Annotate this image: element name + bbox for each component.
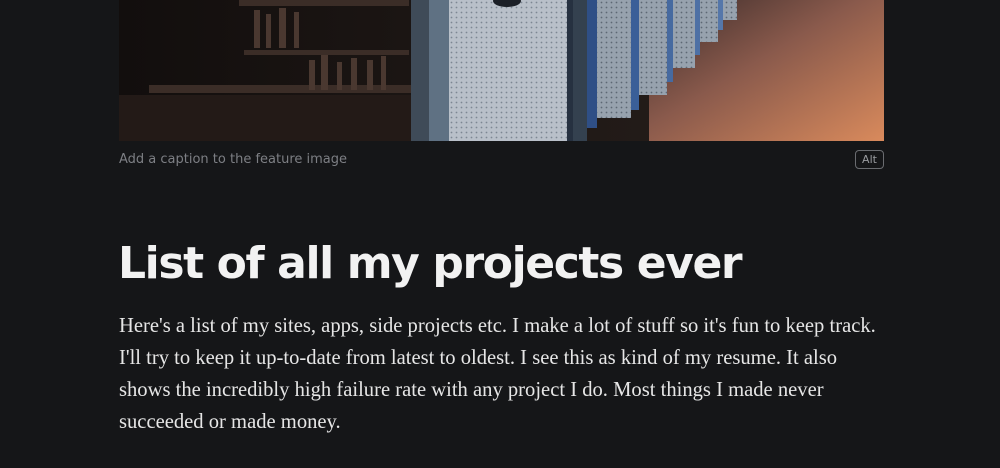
post-title[interactable]: List of all my projects ever [118,232,898,296]
post-editor: Alt List of all my projects ever Here's … [0,0,1000,468]
post-body-paragraph[interactable]: Here's a list of my sites, apps, side pr… [119,310,879,438]
feature-image-caption-input[interactable] [119,150,719,170]
alt-text-button[interactable]: Alt [855,150,884,169]
feature-image[interactable] [119,0,884,141]
